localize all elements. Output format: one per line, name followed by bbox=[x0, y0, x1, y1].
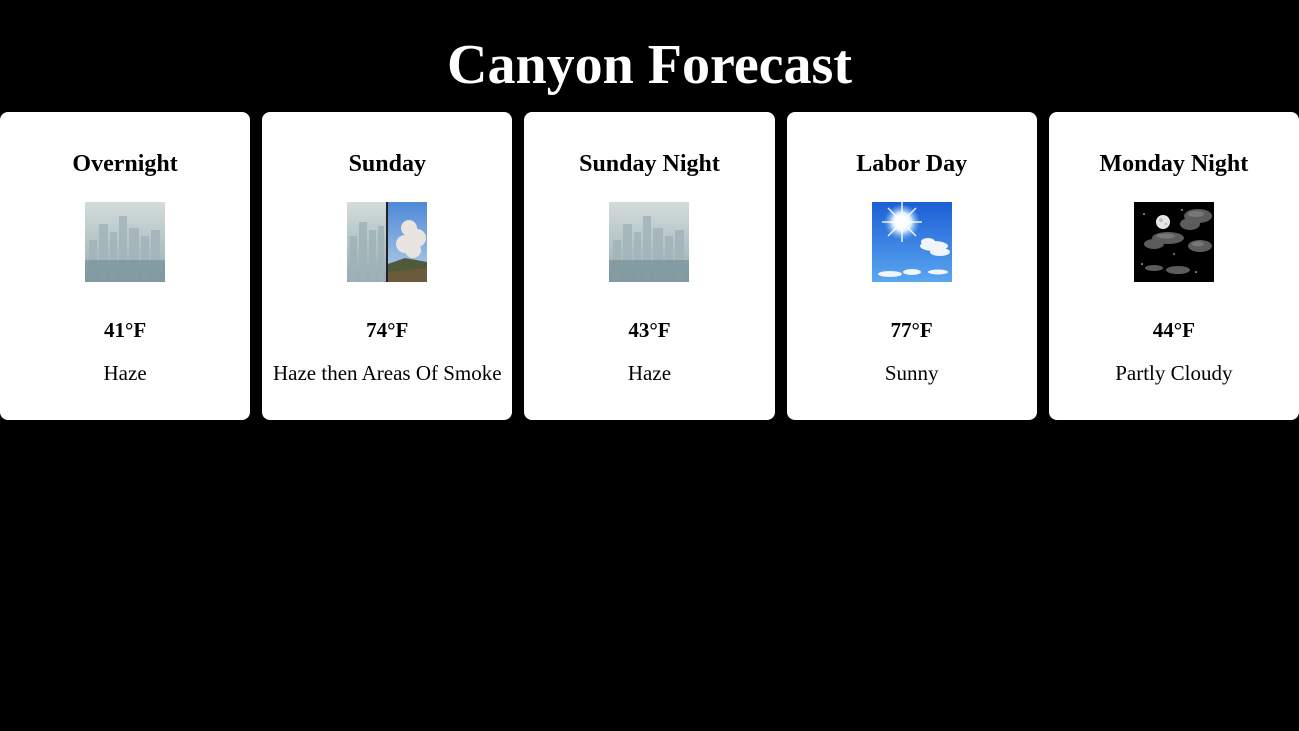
period-forecast: Partly Cloudy bbox=[1115, 361, 1233, 385]
forecast-card-labor-day: Labor Day 77°F Sunny bbox=[786, 112, 1037, 420]
period-temperature: 77°F bbox=[890, 318, 933, 342]
period-name: Labor Day bbox=[856, 151, 968, 177]
period-forecast: Haze then Areas Of Smoke bbox=[272, 361, 502, 385]
partly-cloudy-night-icon bbox=[1133, 202, 1214, 282]
forecast-card-monday-night: Monday Night 44°F Partly Cloudy bbox=[1048, 112, 1299, 420]
period-temperature: 41°F bbox=[103, 318, 147, 342]
haze-icon bbox=[85, 202, 166, 282]
period-forecast: Haze bbox=[103, 361, 147, 385]
forecast-card-sunday-night: Sunday Night 43°F Haze bbox=[524, 112, 775, 420]
period-temperature: 43°F bbox=[628, 318, 671, 342]
forecast-card-overnight: Overnight 41°F Haze bbox=[0, 112, 251, 420]
haze-then-smoke-icon bbox=[347, 202, 428, 282]
period-name: Sunday bbox=[348, 151, 426, 177]
sunny-icon bbox=[871, 202, 952, 282]
period-name: Monday Night bbox=[1099, 151, 1249, 177]
page-title: Canyon Forecast bbox=[447, 34, 852, 96]
period-name: Sunday Night bbox=[579, 151, 720, 177]
period-name: Overnight bbox=[72, 151, 178, 177]
period-temperature: 74°F bbox=[366, 318, 409, 342]
period-temperature: 44°F bbox=[1152, 318, 1195, 342]
period-forecast: Sunny bbox=[884, 361, 939, 385]
period-forecast: Haze bbox=[627, 361, 672, 385]
forecast-card-sunday: Sunday 74°F Haze then Areas Of Smoke bbox=[262, 112, 513, 420]
forecast-cards: Overnight 41°F Haze Sunday 74°F Haze the… bbox=[0, 112, 1299, 420]
haze-icon bbox=[609, 202, 690, 282]
